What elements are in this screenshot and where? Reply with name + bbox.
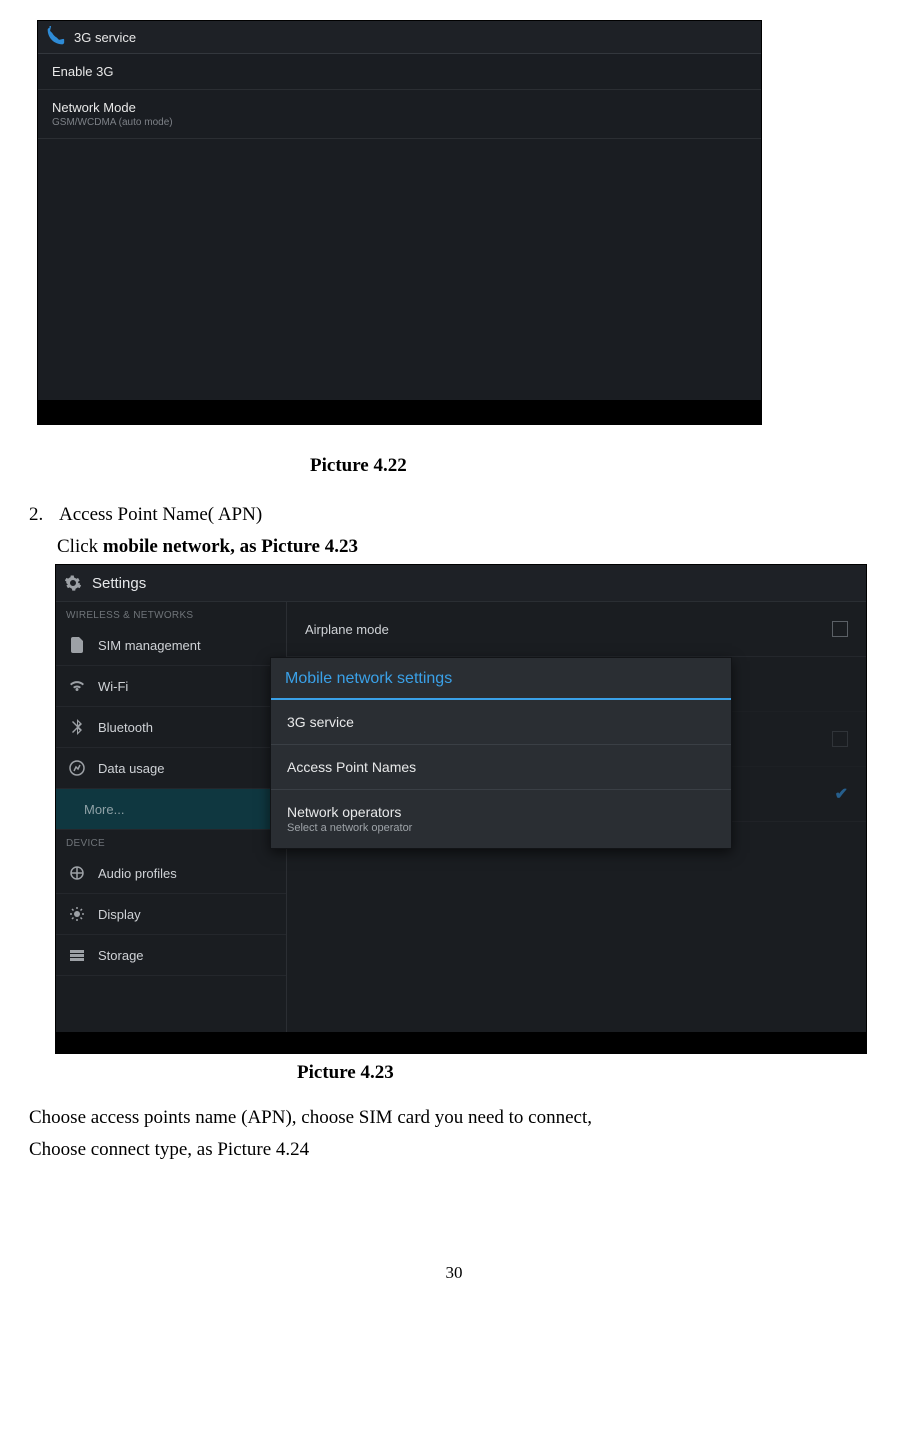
check-icon: ✔	[835, 784, 848, 804]
row-network-mode[interactable]: Network Mode GSM/WCDMA (auto mode)	[38, 90, 761, 139]
row-enable-3g[interactable]: Enable 3G	[38, 54, 761, 90]
audio-icon	[66, 864, 88, 882]
dialog-item-apn[interactable]: Access Point Names	[271, 745, 731, 790]
list-text: Access Point Name( APN)	[59, 504, 262, 525]
row-label: Airplane mode	[305, 622, 389, 637]
bluetooth-icon	[66, 718, 88, 736]
text-bold: mobile network, as Picture 4.23	[103, 536, 358, 557]
dialog-mobile-network: Mobile network settings 3G service Acces…	[270, 657, 732, 849]
storage-icon	[66, 946, 88, 964]
dialog-item-label: 3G service	[287, 714, 715, 730]
sidebar-item-sim[interactable]: SIM management	[56, 625, 286, 666]
sidebar-item-audio[interactable]: Audio profiles	[56, 853, 286, 894]
wifi-icon	[66, 677, 88, 695]
paragraph-choose-apn: Choose access points name (APN), choose …	[29, 1104, 883, 1132]
dialog-item-label: Access Point Names	[287, 759, 715, 775]
list-number: 2.	[29, 501, 59, 529]
app-header: Settings	[56, 565, 866, 602]
sidebar-item-bluetooth[interactable]: Bluetooth	[56, 707, 286, 748]
row-label: Enable 3G	[52, 64, 747, 79]
dialog-item-label: Network operators	[287, 804, 715, 820]
nav-bar	[38, 400, 761, 424]
header-title: Settings	[92, 575, 146, 592]
app-header: 3G service	[38, 21, 761, 54]
sidebar-item-more[interactable]: More...	[56, 789, 286, 830]
dialog-title: Mobile network settings	[271, 658, 731, 700]
nav-bar	[56, 1032, 866, 1054]
data-icon	[66, 759, 88, 777]
sidebar-item-data[interactable]: Data usage	[56, 748, 286, 789]
dialog-item-3g[interactable]: 3G service	[271, 700, 731, 745]
sidebar-item-wifi[interactable]: Wi-Fi	[56, 666, 286, 707]
sidebar-item-storage[interactable]: Storage	[56, 935, 286, 976]
sidebar-label: Storage	[98, 948, 144, 963]
row-subtitle: GSM/WCDMA (auto mode)	[52, 117, 747, 128]
sidebar-label: More...	[66, 802, 124, 817]
screenshot-settings: Settings WIRELESS & NETWORKS SIM managem…	[55, 564, 867, 1054]
sidebar-label: Audio profiles	[98, 866, 177, 881]
sidebar-label: SIM management	[98, 638, 201, 653]
figure-caption: Picture 4.23	[25, 1062, 883, 1084]
sidebar-label: Wi-Fi	[98, 679, 128, 694]
section-header-device: DEVICE	[56, 830, 286, 853]
dialog-item-sub: Select a network operator	[287, 822, 715, 834]
dialog-item-network-operators[interactable]: Network operators Select a network opera…	[271, 790, 731, 848]
instruction-click: Click mobile network, as Picture 4.23	[57, 533, 883, 561]
text-click: Click	[57, 536, 103, 557]
section-header-wireless: WIRELESS & NETWORKS	[56, 602, 286, 625]
sidebar-item-display[interactable]: Display	[56, 894, 286, 935]
sidebar: WIRELESS & NETWORKS SIM management Wi-Fi…	[56, 602, 287, 1032]
display-icon	[66, 905, 88, 923]
sim-icon	[66, 636, 88, 654]
header-title: 3G service	[74, 30, 136, 45]
list-item-apn: 2.Access Point Name( APN)	[29, 501, 883, 529]
checkbox-unchecked[interactable]	[832, 621, 848, 637]
paragraph-choose-type: Choose connect type, as Picture 4.24	[29, 1136, 883, 1164]
sidebar-label: Display	[98, 907, 141, 922]
checkbox-unchecked	[832, 731, 848, 747]
figure-caption: Picture 4.22	[25, 455, 883, 477]
row-airplane[interactable]: Airplane mode	[287, 602, 866, 657]
row-label: Network Mode	[52, 100, 747, 115]
page-number: 30	[25, 1263, 883, 1283]
sidebar-label: Bluetooth	[98, 720, 153, 735]
phone-icon	[44, 26, 66, 48]
sidebar-label: Data usage	[98, 761, 165, 776]
settings-icon	[64, 574, 82, 592]
screenshot-3g-service: 3G service Enable 3G Network Mode GSM/WC…	[37, 20, 762, 425]
